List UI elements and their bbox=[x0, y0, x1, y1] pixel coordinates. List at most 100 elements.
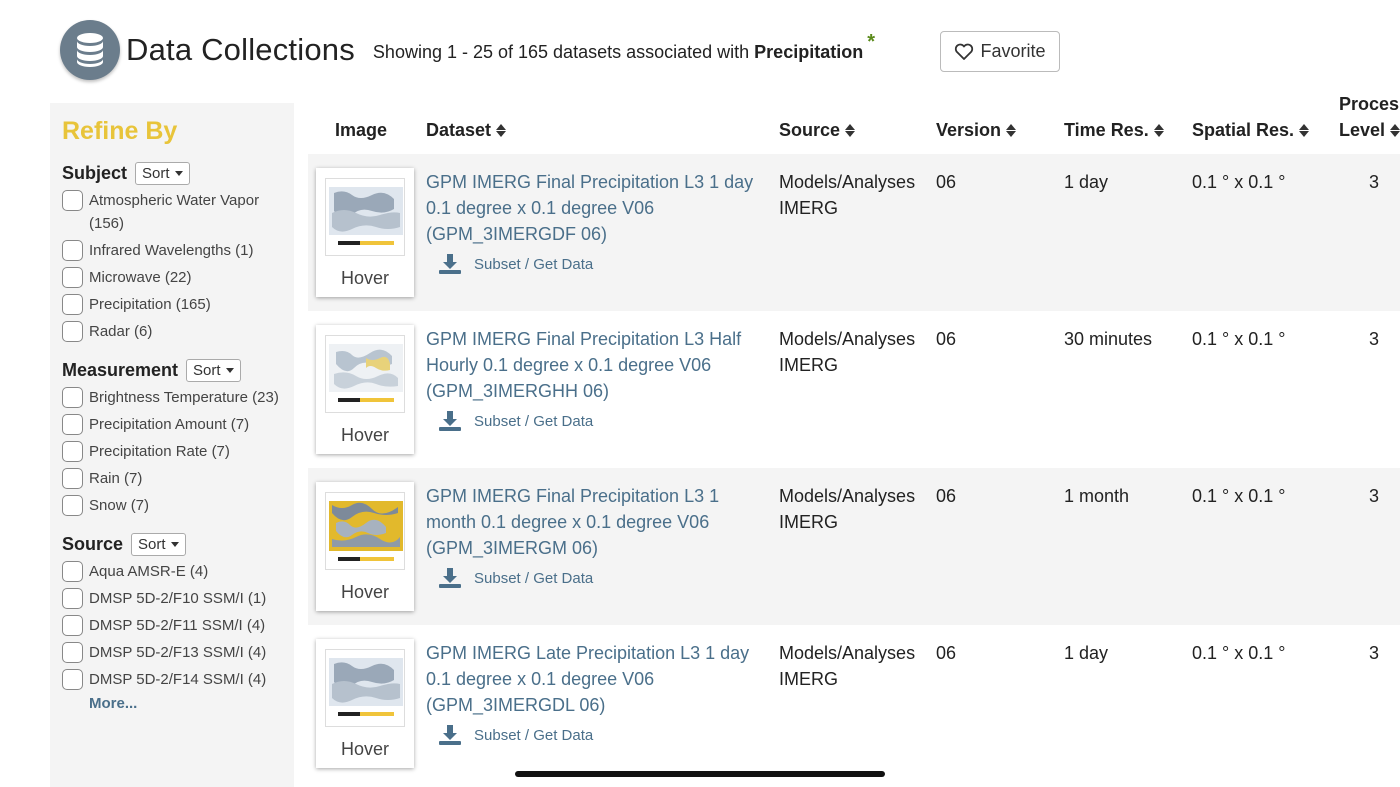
hover-label: Hover bbox=[340, 739, 389, 759]
checkbox[interactable] bbox=[62, 294, 83, 315]
results-count-text: Showing 1 - 25 of 165 datasets associate… bbox=[372, 41, 750, 62]
sort-arrows-icon[interactable] bbox=[1006, 124, 1017, 137]
facet-item[interactable]: Atmospheric Water Vapor (156) bbox=[62, 189, 294, 235]
column-spatial-res[interactable]: Spatial Res. bbox=[1192, 120, 1310, 141]
checkbox[interactable] bbox=[62, 240, 83, 261]
sort-arrows-icon[interactable] bbox=[1390, 124, 1400, 137]
facet-label: Precipitation Rate (7) bbox=[89, 443, 230, 460]
facet-item[interactable]: Precipitation Amount (7) bbox=[62, 413, 294, 436]
sort-arrows-icon[interactable] bbox=[1299, 124, 1310, 137]
map-thumbnail[interactable] bbox=[325, 178, 405, 256]
checkbox[interactable] bbox=[62, 561, 83, 582]
column-source[interactable]: Source bbox=[779, 120, 856, 141]
download-icon bbox=[438, 567, 462, 589]
column-version[interactable]: Version bbox=[936, 120, 1017, 141]
thumbnail-card[interactable]: Hover bbox=[316, 168, 414, 297]
facet-label: Infrared Wavelengths (1) bbox=[89, 242, 254, 259]
thumbnail-card[interactable]: Hover bbox=[316, 325, 414, 454]
checkbox[interactable] bbox=[62, 495, 83, 516]
level-cell: 3 bbox=[1369, 172, 1380, 192]
subset-get-data-link[interactable]: Subset / Get Data bbox=[438, 410, 593, 432]
favorite-button[interactable]: Favorite bbox=[940, 31, 1060, 72]
checkbox[interactable] bbox=[62, 267, 83, 288]
facet-item[interactable]: Precipitation (165) bbox=[62, 293, 294, 316]
sort-button[interactable]: Sort bbox=[135, 162, 190, 185]
column-label: Image bbox=[335, 120, 388, 140]
sort-button[interactable]: Sort bbox=[131, 533, 186, 556]
facet-item[interactable]: DMSP 5D-2/F13 SSM/I (4) bbox=[62, 641, 294, 664]
facet-item[interactable]: Radar (6) bbox=[62, 320, 294, 343]
spatial-res-cell: 0.1 ° x 0.1 ° bbox=[1192, 172, 1286, 192]
spatial-res-cell: 0.1 ° x 0.1 ° bbox=[1192, 329, 1286, 349]
facet-item[interactable]: Precipitation Rate (7) bbox=[62, 440, 294, 463]
column-time-res[interactable]: Time Res. bbox=[1064, 120, 1164, 141]
facet-item[interactable]: DMSP 5D-2/F14 SSM/I (4) bbox=[62, 668, 294, 691]
horizontal-scrollbar[interactable] bbox=[515, 771, 885, 777]
facet-item[interactable]: Rain (7) bbox=[62, 467, 294, 490]
keyword-asterisk[interactable]: * bbox=[867, 31, 875, 54]
version-cell: 06 bbox=[936, 329, 957, 349]
checkbox[interactable] bbox=[62, 414, 83, 435]
dataset-link[interactable]: GPM IMERG Final Precipitation L3 1 day 0… bbox=[426, 169, 771, 247]
sort-arrows-icon[interactable] bbox=[496, 124, 507, 137]
column-label: Source bbox=[779, 120, 841, 140]
sort-arrows-icon[interactable] bbox=[845, 124, 856, 137]
subset-label: Subset / Get Data bbox=[474, 569, 594, 587]
results-summary: Showing 1 - 25 of 165 datasets associate… bbox=[373, 42, 863, 63]
thumbnail-card[interactable]: Hover bbox=[316, 639, 414, 768]
sort-button[interactable]: Sort bbox=[186, 359, 241, 382]
source-cell: Models/Analyses IMERG bbox=[779, 486, 916, 532]
page-header: Data Collections Showing 1 - 25 of 165 d… bbox=[60, 18, 875, 82]
facet-item[interactable]: DMSP 5D-2/F11 SSM/I (4) bbox=[62, 614, 294, 637]
refine-title: Refine By bbox=[62, 117, 178, 145]
download-icon bbox=[438, 253, 462, 275]
facet-item[interactable]: Brightness Temperature (23) bbox=[62, 386, 294, 409]
hover-label: Hover bbox=[340, 268, 389, 288]
checkbox[interactable] bbox=[62, 669, 83, 690]
sort-arrows-icon[interactable] bbox=[1153, 124, 1164, 137]
dataset-link[interactable]: GPM IMERG Final Precipitation L3 1 month… bbox=[426, 483, 771, 561]
dataset-link[interactable]: GPM IMERG Late Precipitation L3 1 day 0.… bbox=[426, 640, 771, 718]
checkbox[interactable] bbox=[62, 441, 83, 462]
checkbox[interactable] bbox=[62, 588, 83, 609]
checkbox[interactable] bbox=[62, 468, 83, 489]
column-label: Dataset bbox=[426, 120, 492, 140]
facet-label: Brightness Temperature (23) bbox=[89, 389, 279, 406]
time-res-cell: 1 month bbox=[1064, 486, 1130, 506]
checkbox[interactable] bbox=[62, 615, 83, 636]
source-cell: Models/Analyses IMERG bbox=[779, 329, 916, 375]
facet-label: DMSP 5D-2/F14 SSM/I (4) bbox=[89, 671, 267, 688]
column-processing-level-line2[interactable]: Level bbox=[1339, 120, 1400, 141]
facet-item[interactable]: Snow (7) bbox=[62, 494, 294, 517]
subset-get-data-link[interactable]: Subset / Get Data bbox=[438, 567, 593, 589]
column-processing-level[interactable]: Proces bbox=[1339, 94, 1399, 115]
facet-item[interactable]: DMSP 5D-2/F10 SSM/I (1) bbox=[62, 587, 294, 610]
version-cell: 06 bbox=[936, 172, 957, 192]
refine-sidebar: Refine By Subject Sort Atmospheric Water… bbox=[50, 103, 294, 787]
sort-caret-icon bbox=[174, 171, 183, 176]
source-cell: Models/Analyses IMERG bbox=[779, 643, 916, 689]
map-thumbnail[interactable] bbox=[325, 335, 405, 413]
facet-item[interactable]: Infrared Wavelengths (1) bbox=[62, 239, 294, 262]
level-cell: 3 bbox=[1369, 643, 1380, 663]
subset-get-data-link[interactable]: Subset / Get Data bbox=[438, 253, 593, 275]
more-link[interactable]: More... bbox=[89, 695, 294, 712]
dataset-link[interactable]: GPM IMERG Final Precipitation L3 Half Ho… bbox=[426, 326, 771, 404]
checkbox[interactable] bbox=[62, 387, 83, 408]
checkbox[interactable] bbox=[62, 642, 83, 663]
column-dataset[interactable]: Dataset bbox=[426, 120, 507, 141]
subset-label: Subset / Get Data bbox=[474, 255, 594, 273]
download-icon bbox=[438, 410, 462, 432]
checkbox[interactable] bbox=[62, 190, 83, 211]
hover-label: Hover bbox=[340, 425, 389, 445]
checkbox[interactable] bbox=[62, 321, 83, 342]
map-thumbnail[interactable] bbox=[325, 649, 405, 727]
facet-item[interactable]: Microwave (22) bbox=[62, 266, 294, 289]
thumbnail-card[interactable]: Hover bbox=[316, 482, 414, 611]
facet-label: Atmospheric Water Vapor (156) bbox=[89, 192, 260, 232]
sort-label: Sort bbox=[193, 362, 221, 379]
subset-get-data-link[interactable]: Subset / Get Data bbox=[438, 724, 593, 746]
map-thumbnail[interactable] bbox=[325, 492, 405, 570]
facet-item[interactable]: Aqua AMSR-E (4) bbox=[62, 560, 294, 583]
database-icon bbox=[60, 20, 120, 80]
